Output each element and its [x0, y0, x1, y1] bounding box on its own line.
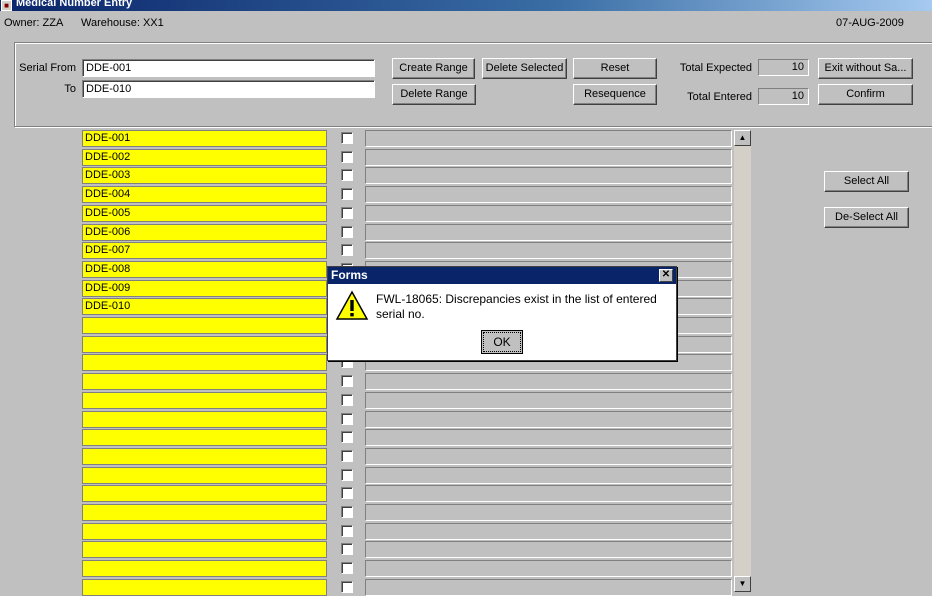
- serial-from-label: Serial From: [19, 62, 76, 74]
- row-description-field[interactable]: [365, 149, 732, 166]
- serial-row-input[interactable]: [82, 560, 327, 577]
- serial-to-label: To: [64, 83, 76, 95]
- serial-row-input[interactable]: DDE-005: [82, 205, 327, 222]
- deselect-all-button[interactable]: De-Select All: [824, 207, 909, 228]
- serial-row-input[interactable]: [82, 392, 327, 409]
- serial-row-input[interactable]: DDE-001: [82, 130, 327, 147]
- row-description-field[interactable]: [365, 373, 732, 390]
- serial-row-input[interactable]: DDE-008: [82, 261, 327, 278]
- alert-dialog: Forms ✕ FWL-18065: Discrepancies exist i…: [327, 266, 677, 361]
- serial-row-input[interactable]: [82, 467, 327, 484]
- row-description-field[interactable]: [365, 205, 732, 222]
- row-description-field[interactable]: [365, 485, 732, 502]
- total-expected-label: Total Expected: [679, 62, 752, 74]
- serial-row-input[interactable]: [82, 317, 327, 334]
- row-select-checkbox[interactable]: [341, 581, 353, 593]
- serial-row-input[interactable]: DDE-007: [82, 242, 327, 259]
- row-select-checkbox[interactable]: [341, 413, 353, 425]
- serial-row-input[interactable]: [82, 429, 327, 446]
- serial-row-input[interactable]: [82, 336, 327, 353]
- delete-range-button[interactable]: Delete Range: [392, 84, 476, 105]
- row-description-field[interactable]: [365, 541, 732, 558]
- window-title: Medical Number Entry: [16, 0, 133, 9]
- row-select-checkbox[interactable]: [341, 169, 353, 181]
- serial-row-input[interactable]: [82, 541, 327, 558]
- serial-row-input[interactable]: DDE-002: [82, 149, 327, 166]
- row-description-field[interactable]: [365, 186, 732, 203]
- total-entered-label: Total Entered: [687, 91, 752, 103]
- row-select-checkbox[interactable]: [341, 226, 353, 238]
- row-select-checkbox[interactable]: [341, 394, 353, 406]
- create-range-button[interactable]: Create Range: [392, 58, 475, 79]
- row-description-field[interactable]: [365, 504, 732, 521]
- row-select-checkbox[interactable]: [341, 525, 353, 537]
- app-icon: ■: [1, 0, 12, 11]
- serial-row-input[interactable]: [82, 579, 327, 596]
- window-title-bar[interactable]: ■ Medical Number Entry: [0, 0, 932, 11]
- serial-from-input[interactable]: DDE-001: [82, 59, 375, 77]
- serial-row-input[interactable]: DDE-009: [82, 280, 327, 297]
- serial-row-input[interactable]: DDE-003: [82, 167, 327, 184]
- serial-row-input[interactable]: [82, 485, 327, 502]
- dialog-message: FWL-18065: Discrepancies exist in the li…: [376, 292, 657, 321]
- close-icon[interactable]: ✕: [659, 269, 673, 282]
- row-select-checkbox[interactable]: [341, 431, 353, 443]
- row-select-checkbox[interactable]: [341, 562, 353, 574]
- row-select-checkbox[interactable]: [341, 244, 353, 256]
- serial-row-input[interactable]: DDE-004: [82, 186, 327, 203]
- row-description-field[interactable]: [365, 392, 732, 409]
- reset-button[interactable]: Reset: [573, 58, 657, 79]
- row-description-field[interactable]: [365, 411, 732, 428]
- serial-to-input[interactable]: DDE-010: [82, 80, 375, 98]
- total-entered-value: 10: [758, 88, 809, 105]
- total-expected-value: 10: [758, 59, 809, 76]
- serial-row-input[interactable]: [82, 411, 327, 428]
- row-description-field[interactable]: [365, 167, 732, 184]
- date-label: 07-AUG-2009: [836, 17, 904, 29]
- select-all-button[interactable]: Select All: [824, 171, 909, 192]
- row-description-field[interactable]: [365, 224, 732, 241]
- row-description-field[interactable]: [365, 523, 732, 540]
- serial-row-input[interactable]: DDE-010: [82, 298, 327, 315]
- serial-row-input[interactable]: [82, 448, 327, 465]
- confirm-button[interactable]: Confirm: [818, 84, 913, 105]
- row-description-field[interactable]: [365, 130, 732, 147]
- row-description-field[interactable]: [365, 448, 732, 465]
- grid-scrollbar[interactable]: [734, 130, 751, 592]
- row-description-field[interactable]: [365, 467, 732, 484]
- row-select-checkbox[interactable]: [341, 543, 353, 555]
- info-bar: Owner: ZZA Warehouse: XX1 07-AUG-2009: [0, 14, 932, 31]
- serial-row-input[interactable]: DDE-006: [82, 224, 327, 241]
- row-select-checkbox[interactable]: [341, 151, 353, 163]
- exit-without-save-button[interactable]: Exit without Sa...: [818, 58, 913, 79]
- ok-button-label: OK: [483, 332, 521, 352]
- delete-selected-button[interactable]: Delete Selected: [482, 58, 567, 79]
- row-select-checkbox[interactable]: [341, 188, 353, 200]
- row-description-field[interactable]: [365, 560, 732, 577]
- row-select-checkbox[interactable]: [341, 132, 353, 144]
- resequence-button[interactable]: Resequence: [573, 84, 657, 105]
- scroll-up-icon[interactable]: ▲: [734, 130, 751, 146]
- scroll-down-icon[interactable]: ▼: [734, 576, 751, 592]
- serial-row-input[interactable]: [82, 504, 327, 521]
- dialog-title: Forms: [328, 267, 676, 284]
- serial-row-input[interactable]: [82, 523, 327, 540]
- row-description-field[interactable]: [365, 579, 732, 596]
- row-select-checkbox[interactable]: [341, 506, 353, 518]
- owner-label: Owner: ZZA: [4, 17, 64, 29]
- warning-icon: [335, 290, 369, 320]
- row-select-checkbox[interactable]: [341, 469, 353, 481]
- warehouse-label: Warehouse: XX1: [81, 17, 164, 29]
- ok-button[interactable]: OK: [481, 330, 523, 354]
- row-select-checkbox[interactable]: [341, 207, 353, 219]
- row-description-field[interactable]: [365, 429, 732, 446]
- row-select-checkbox[interactable]: [341, 450, 353, 462]
- serial-row-input[interactable]: [82, 373, 327, 390]
- serial-row-input[interactable]: [82, 354, 327, 371]
- row-description-field[interactable]: [365, 242, 732, 259]
- row-select-checkbox[interactable]: [341, 487, 353, 499]
- row-select-checkbox[interactable]: [341, 375, 353, 387]
